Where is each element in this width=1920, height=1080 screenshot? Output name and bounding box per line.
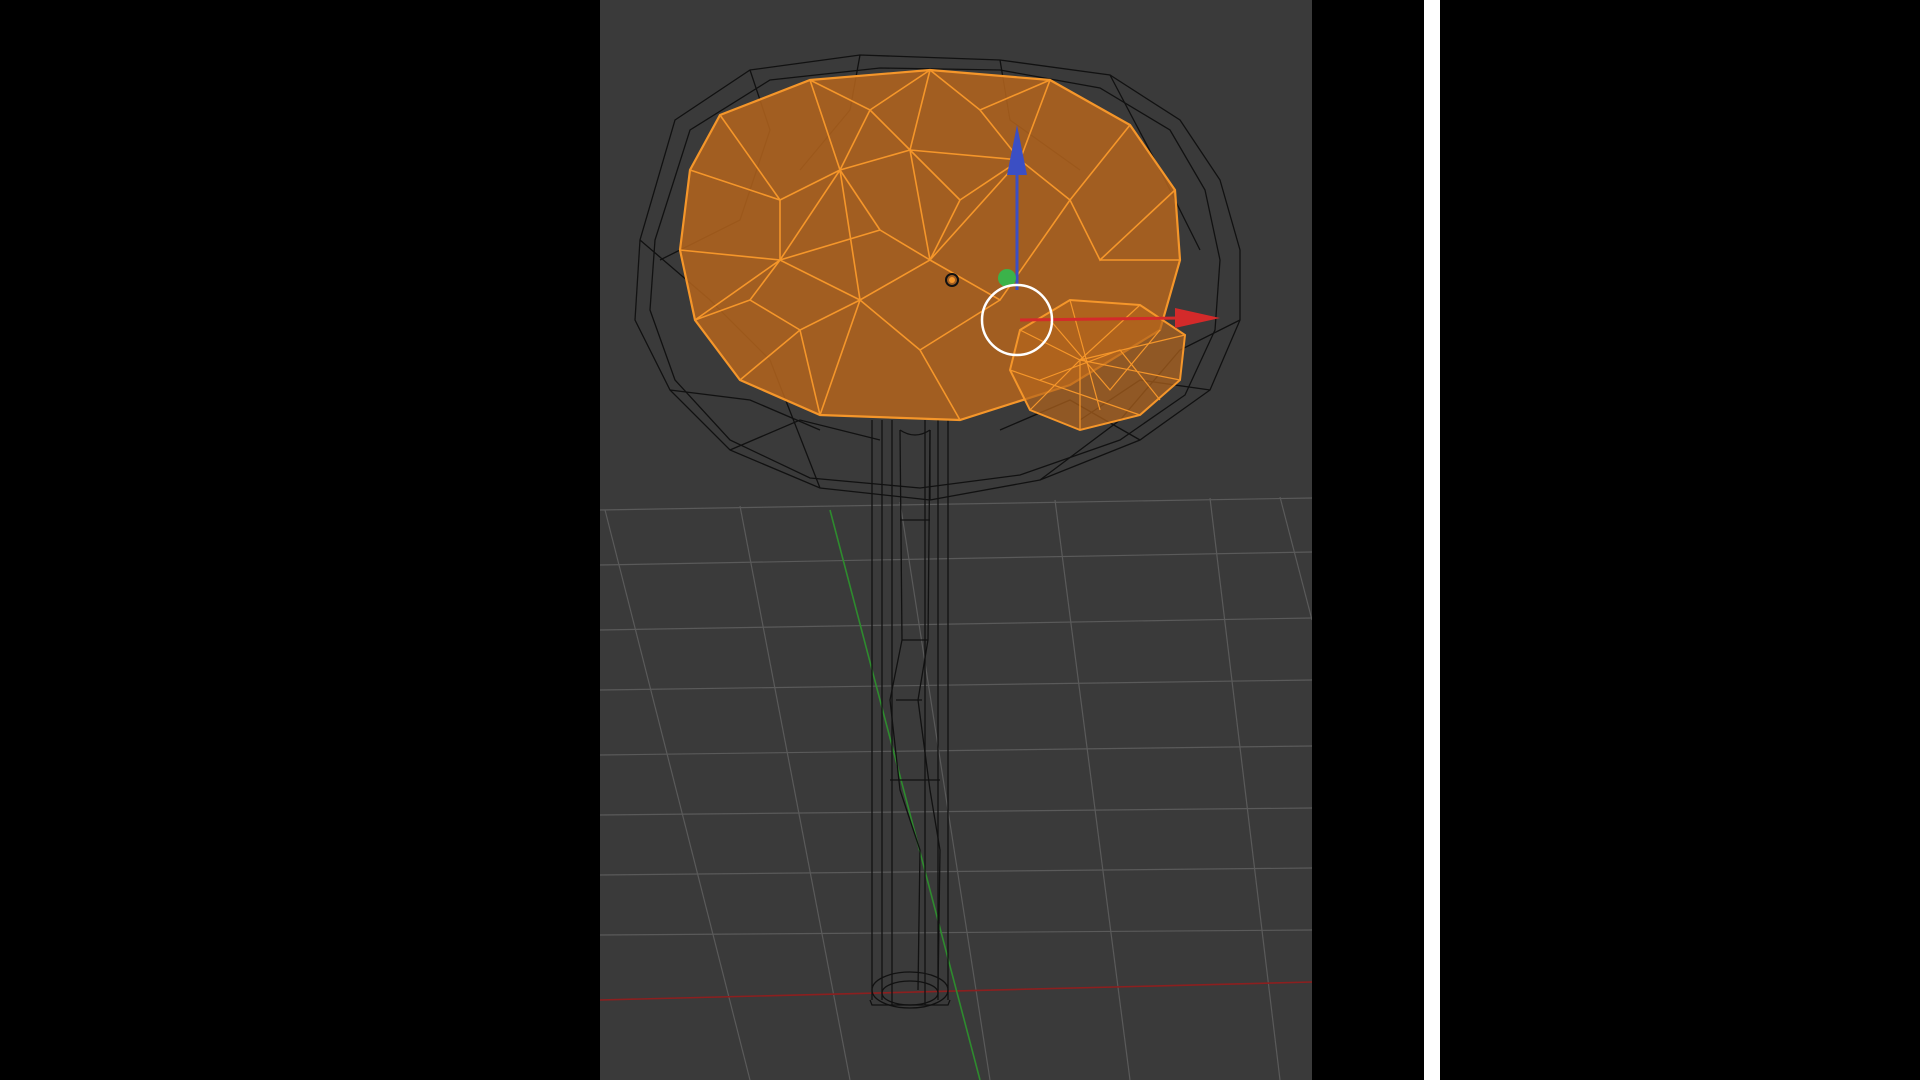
letterbox-right [1312, 0, 1424, 1080]
floor-grid [600, 496, 1312, 1080]
letterbox-far-right [1440, 0, 1920, 1080]
gizmo-x-arrow-icon[interactable] [1175, 308, 1220, 328]
3d-viewport[interactable] [600, 0, 1312, 1080]
world-y-axis [829, 509, 981, 1080]
panel-divider [1424, 0, 1440, 1080]
letterbox-left [0, 0, 600, 1080]
trunk-wireframe[interactable] [869, 420, 951, 1009]
gizmo-x-axis[interactable] [1019, 316, 1181, 322]
canopy-selected-mesh[interactable] [678, 68, 1187, 432]
viewport-canvas[interactable] [600, 0, 1312, 1080]
